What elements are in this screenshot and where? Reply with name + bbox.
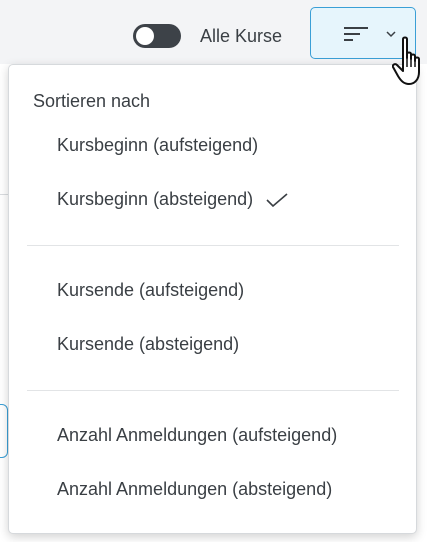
background-course-card-edge: [0, 404, 8, 458]
hand-pointer-cursor-icon: [392, 36, 420, 85]
sort-option-label: Anzahl Anmeldungen (aufsteigend): [57, 425, 338, 445]
sort-option-label: Kursbeginn (aufsteigend): [57, 135, 259, 155]
menu-divider: [27, 245, 399, 246]
sort-option-course-start-desc[interactable]: Kursbeginn (absteigend): [57, 189, 288, 210]
sort-option-registrations-desc[interactable]: Anzahl Anmeldungen (absteigend): [57, 479, 332, 500]
background-edge: [417, 64, 427, 542]
sort-option-label: Anzahl Anmeldungen (absteigend): [57, 479, 333, 499]
check-icon: [266, 193, 288, 208]
sort-option-label: Kursende (aufsteigend): [57, 280, 245, 300]
sort-option-label: Kursbeginn (absteigend): [57, 189, 254, 209]
sort-option-course-end-asc[interactable]: Kursende (aufsteigend): [57, 280, 244, 301]
sort-dropdown-menu: Sortieren nach Kursbeginn (aufsteigend) …: [8, 64, 417, 534]
sort-menu-header: Sortieren nach: [33, 91, 151, 111]
sort-option-registrations-asc[interactable]: Anzahl Anmeldungen (aufsteigend): [57, 425, 337, 446]
sort-option-course-start-asc[interactable]: Kursbeginn (aufsteigend): [57, 135, 258, 156]
all-courses-toggle-label: Alle Kurse: [200, 26, 283, 46]
all-courses-toggle[interactable]: [133, 24, 181, 48]
sort-option-label: Kursende (absteigend): [57, 334, 240, 354]
course-list-page: Alle Kurse Sortieren nach Kursbeginn (au…: [0, 0, 427, 542]
background-divider: [0, 194, 8, 195]
sort-lines-icon: [344, 27, 368, 41]
toggle-knob: [136, 27, 154, 45]
sort-option-course-end-desc[interactable]: Kursende (absteigend): [57, 334, 239, 355]
menu-divider: [27, 390, 399, 391]
